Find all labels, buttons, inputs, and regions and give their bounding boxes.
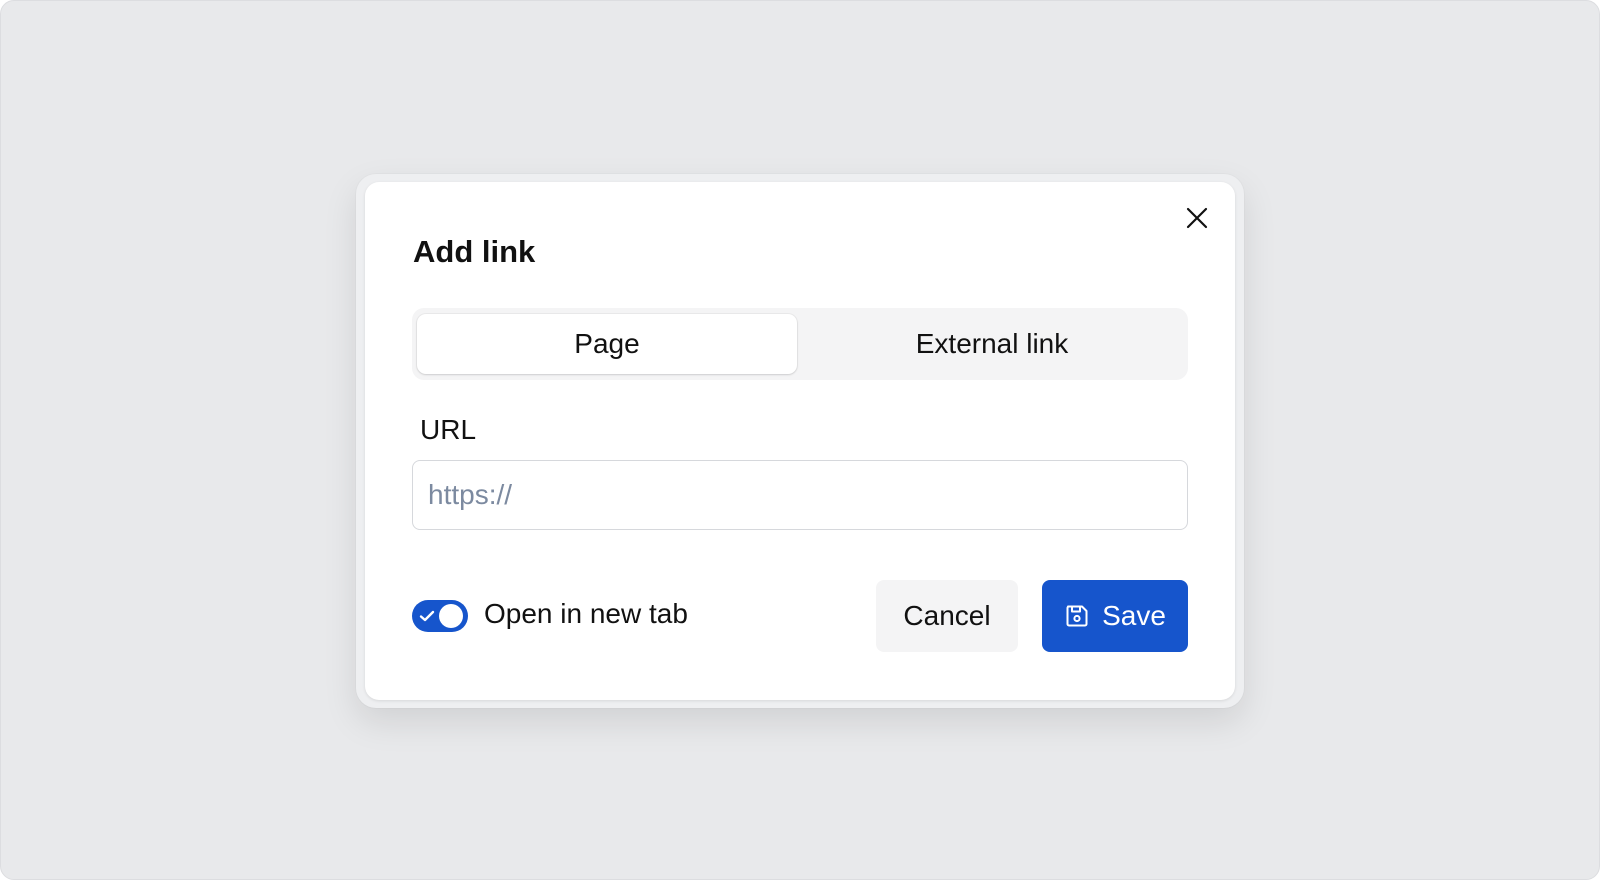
tab-page[interactable]: Page [417, 314, 797, 374]
link-type-tabs: Page External link [412, 308, 1188, 380]
open-in-new-tab-toggle[interactable] [412, 600, 468, 632]
close-icon [1186, 207, 1208, 229]
dialog-title: Add link [413, 234, 536, 269]
save-button[interactable]: Save [1042, 580, 1188, 652]
toggle-knob [439, 604, 463, 628]
tab-external-link[interactable]: External link [802, 314, 1182, 374]
add-link-dialog: Add link Page External link URL Open in … [365, 182, 1235, 700]
open-in-new-tab-label[interactable]: Open in new tab [484, 598, 688, 630]
cancel-button[interactable]: Cancel [876, 580, 1018, 652]
save-icon [1066, 605, 1088, 627]
check-icon [419, 610, 435, 622]
cancel-button-label: Cancel [903, 600, 991, 631]
url-input[interactable] [412, 460, 1188, 530]
save-button-label: Save [1102, 600, 1166, 631]
close-button[interactable] [1183, 204, 1211, 232]
url-label: URL [420, 414, 477, 445]
